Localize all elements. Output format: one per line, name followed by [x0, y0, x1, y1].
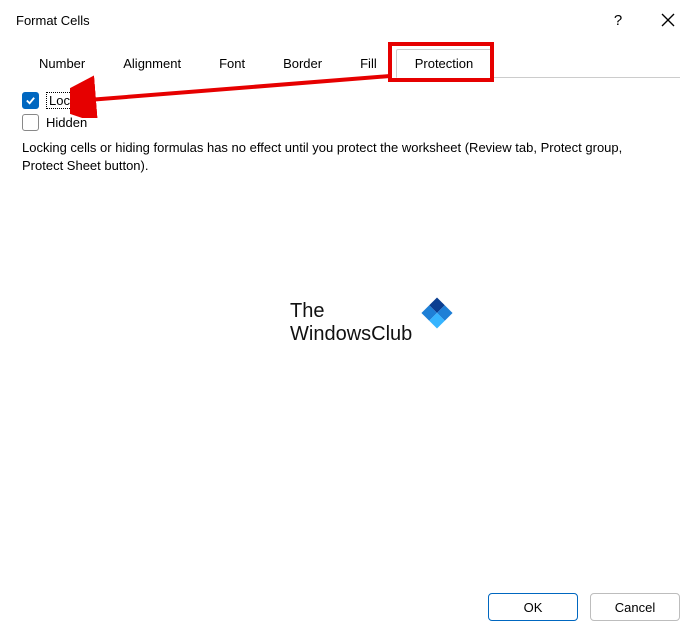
locked-label: Locked: [46, 92, 94, 109]
protection-info-text: Locking cells or hiding formulas has no …: [22, 139, 662, 174]
locked-checkbox[interactable]: [22, 92, 39, 109]
cancel-button[interactable]: Cancel: [590, 593, 680, 621]
format-cells-dialog: Format Cells ? Number Alignment Font Bor…: [0, 0, 700, 637]
hidden-checkbox[interactable]: [22, 114, 39, 131]
checkmark-icon: [25, 95, 36, 106]
windows-logo-icon: [422, 297, 453, 328]
titlebar: Format Cells ?: [0, 0, 700, 40]
close-icon: [661, 13, 675, 27]
tabs-row: Number Alignment Font Border Fill Protec…: [20, 48, 680, 78]
ok-button[interactable]: OK: [488, 593, 578, 621]
tab-fill[interactable]: Fill: [341, 49, 396, 78]
watermark-line1: The: [290, 300, 412, 323]
locked-row: Locked: [22, 92, 678, 109]
hidden-row: Hidden: [22, 114, 678, 131]
tab-font[interactable]: Font: [200, 49, 264, 78]
tab-alignment[interactable]: Alignment: [104, 49, 200, 78]
watermark: The WindowsClub: [290, 300, 448, 346]
help-button[interactable]: ?: [596, 5, 640, 35]
dialog-buttons: OK Cancel: [0, 583, 700, 637]
hidden-label: Hidden: [46, 115, 87, 130]
watermark-line2: WindowsClub: [290, 323, 412, 346]
tab-border[interactable]: Border: [264, 49, 341, 78]
tab-protection[interactable]: Protection: [396, 49, 493, 78]
dialog-title: Format Cells: [16, 13, 596, 28]
close-button[interactable]: [646, 5, 690, 35]
tab-number[interactable]: Number: [20, 49, 104, 78]
